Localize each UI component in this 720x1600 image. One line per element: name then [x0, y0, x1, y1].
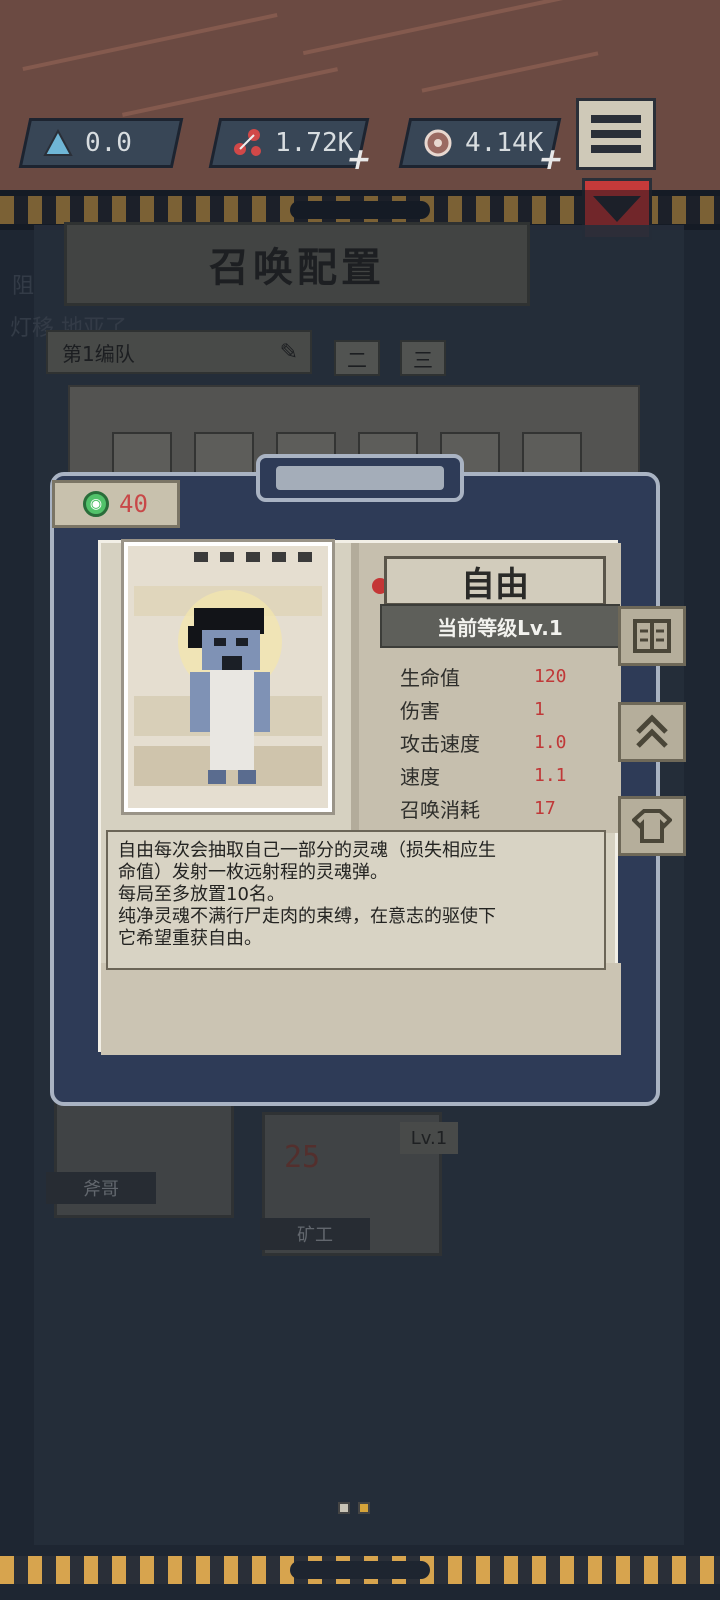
summon-cost-value: 40 [119, 490, 148, 518]
currency-value: 0.0 [85, 128, 132, 158]
shirt-icon [632, 809, 672, 843]
unit-level-bar: 当前等级Lv.1 [380, 604, 620, 648]
description-line: 它希望重获自由。 [118, 928, 262, 949]
game-screen: 0.0 1.72K + 4.14K + 召唤配置 阻 灯移 地亚了 第1编队 ✎… [0, 0, 720, 1600]
stat-row: 攻击速度 1.0 [400, 726, 600, 759]
unit-name: 自由 [461, 564, 529, 605]
stat-label: 生命值 [400, 666, 460, 690]
summon-cost-badge: ◉ 40 [52, 480, 180, 528]
upgrade-button[interactable] [618, 702, 686, 762]
stat-value: 1 [534, 699, 545, 720]
stat-value: 120 [534, 666, 567, 687]
unit-description: 自由每次会抽取自己一部分的灵魂（损失相应生 命值）发射一枚远射程的灵魂弹。 每局… [106, 830, 606, 970]
unit-portrait [124, 542, 332, 812]
stat-row: 伤害 1 [400, 693, 600, 726]
currency-value: 1.72K [275, 128, 354, 158]
currency-value: 4.14K [465, 128, 544, 158]
ghost-character-icon [178, 590, 282, 784]
paperclip-dashes [194, 552, 324, 562]
hamburger-line [591, 130, 641, 138]
menu-button[interactable] [576, 98, 656, 170]
stat-value: 1.0 [534, 732, 567, 753]
stat-value: 1.1 [534, 765, 567, 786]
triangle-icon [41, 126, 75, 160]
description-line: 每局至多放置10名。 [118, 884, 285, 905]
outfit-button[interactable] [618, 796, 686, 856]
description-line: 纯净灵魂不满行尸走肉的束缚，在意志的驱使下 [118, 906, 496, 927]
page-dot[interactable] [338, 1502, 350, 1514]
hazard-stripe-bottom [0, 1556, 720, 1584]
modal-handle [256, 454, 464, 502]
unit-name-box: 自由 [384, 556, 606, 606]
page-dot-active[interactable] [358, 1502, 370, 1514]
hamburger-line [591, 145, 641, 153]
stat-label: 召唤消耗 [400, 798, 480, 822]
stat-row: 召唤消耗 17 [400, 792, 600, 825]
currency-molecule[interactable]: 1.72K + [208, 118, 375, 177]
codex-button[interactable] [618, 606, 686, 666]
stat-value: 17 [534, 798, 556, 819]
molecule-icon [231, 126, 265, 160]
book-icon [633, 619, 671, 653]
stat-label: 攻击速度 [400, 732, 480, 756]
stat-label: 速度 [400, 765, 440, 789]
stat-row: 速度 1.1 [400, 759, 600, 792]
stat-label: 伤害 [400, 699, 440, 723]
currency-triangle: 0.0 [18, 118, 184, 168]
unit-level: 当前等级Lv.1 [437, 615, 563, 640]
double-chevron-up-icon [636, 714, 668, 748]
page-indicator [338, 1502, 370, 1514]
stat-row: 生命值 120 [400, 660, 600, 693]
description-line: 命值）发射一枚远射程的灵魂弹。 [118, 862, 388, 883]
unit-stats: 生命值 120 伤害 1 攻击速度 1.0 速度 1.1 召唤消耗 17 [400, 660, 600, 825]
soul-orb-icon [421, 126, 455, 160]
description-line: 自由每次会抽取自己一部分的灵魂（损失相应生 [118, 840, 496, 861]
hamburger-line [591, 115, 641, 123]
soul-cost-icon: ◉ [83, 491, 109, 517]
currency-soul[interactable]: 4.14K + [398, 118, 567, 177]
